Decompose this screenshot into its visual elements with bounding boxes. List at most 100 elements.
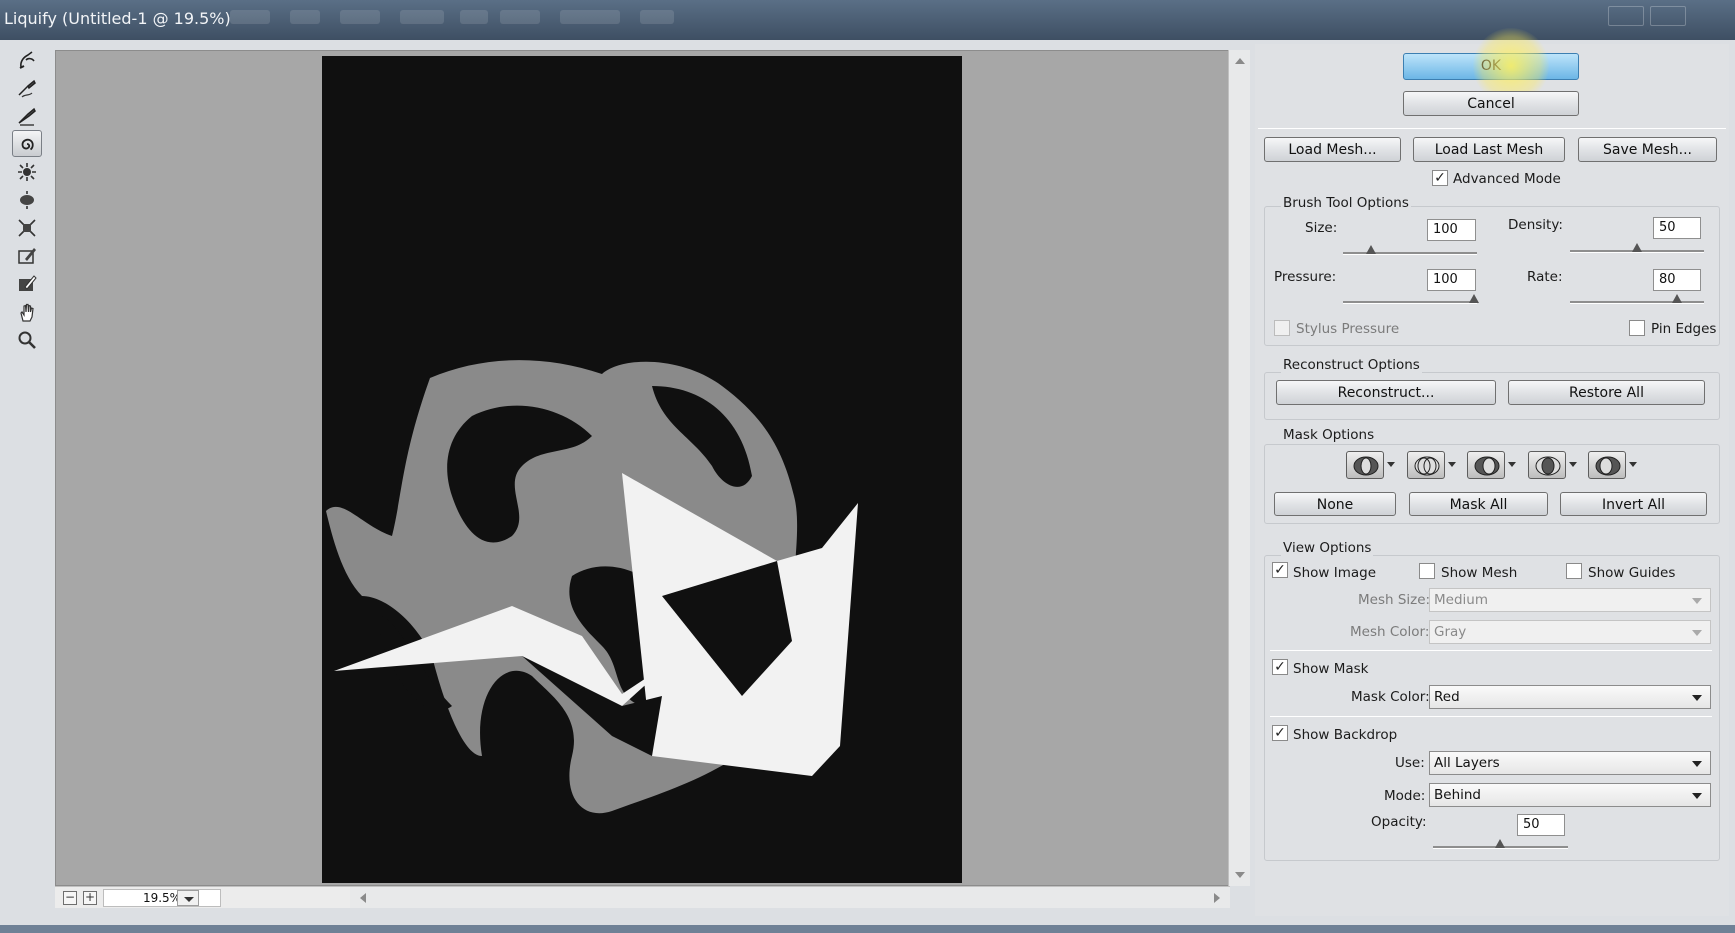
show-mask-checkbox[interactable]: ✓ [1272,659,1288,675]
freeze-mask-tool[interactable] [12,242,42,269]
reconstruct-tool[interactable] [12,74,42,101]
background-menu-blur [290,10,320,24]
load-mesh-button[interactable]: Load Mesh... [1264,137,1401,162]
size-slider-thumb[interactable] [1366,245,1376,254]
show-image-label: Show Image [1293,565,1376,581]
save-mesh-button[interactable]: Save Mesh... [1578,137,1717,162]
smooth-tool[interactable] [12,102,42,129]
backdrop-use-select[interactable]: All Layers [1429,751,1711,775]
density-field[interactable]: 50 [1653,217,1701,239]
zoom-icon [18,331,36,349]
add-to-selection-button[interactable] [1407,451,1457,479]
zoom-out-button[interactable]: − [63,891,77,905]
mask-none-button[interactable]: None [1274,492,1396,516]
maximize-button[interactable] [1650,6,1686,26]
background-menu-blur [460,10,488,24]
stylus-pressure-label: Stylus Pressure [1296,321,1400,337]
background-menu-blur [340,10,380,24]
show-mask-label: Show Mask [1293,661,1369,677]
opacity-field[interactable]: 50 [1517,814,1565,836]
show-image-checkbox[interactable]: ✓ [1272,562,1288,578]
mask-all-button[interactable]: Mask All [1409,492,1548,516]
replace-selection-button[interactable] [1346,451,1396,479]
pressure-slider-track[interactable] [1343,301,1477,304]
hand-tool[interactable] [12,298,42,325]
freeze-mask-icon [18,247,36,264]
mask-color-label: Mask Color: [1351,689,1430,705]
show-mesh-checkbox[interactable] [1419,563,1435,579]
reconstruct-tool-icon [18,79,36,97]
pressure-label: Pressure: [1274,269,1337,285]
liquified-artwork [326,360,858,814]
opacity-slider-thumb[interactable] [1495,839,1505,848]
divider [1270,650,1712,651]
cancel-button[interactable]: Cancel [1403,91,1579,116]
thaw-mask-icon [19,274,37,291]
load-last-mesh-button[interactable]: Load Last Mesh [1413,137,1565,162]
backdrop-mode-select[interactable]: Behind [1429,783,1711,807]
show-guides-label: Show Guides [1588,565,1676,581]
mesh-color-select: Gray [1429,620,1711,644]
use-label: Use: [1395,755,1425,771]
taskbar-strip [0,925,1735,933]
intersect-selection-icon [1535,456,1561,476]
reconstruct-button[interactable]: Reconstruct... [1276,380,1496,405]
advanced-mode-label: Advanced Mode [1453,171,1561,187]
replace-selection-icon [1353,456,1379,476]
zoom-bar: − + 19.5% [55,886,350,908]
twirl-clockwise-tool[interactable] [12,130,42,157]
add-to-selection-icon [1414,456,1440,476]
rate-slider-thumb[interactable] [1672,294,1682,303]
pucker-tool[interactable] [12,158,42,185]
show-guides-checkbox[interactable] [1566,563,1582,579]
reconstruct-options-heading: Reconstruct Options [1281,357,1422,373]
density-slider-thumb[interactable] [1632,243,1642,252]
bloat-tool-icon [20,190,34,209]
minimize-button[interactable] [1608,6,1644,26]
mask-options-heading: Mask Options [1281,427,1377,443]
brush-options-heading: Brush Tool Options [1281,195,1411,211]
forward-warp-icon [19,50,35,69]
mesh-size-select: Medium [1429,588,1711,612]
push-left-icon [18,218,36,237]
pin-edges-checkbox[interactable] [1629,320,1645,336]
rate-slider-track[interactable] [1570,301,1704,304]
scroll-down-arrow-icon[interactable] [1235,872,1245,878]
document-artboard[interactable] [322,56,962,883]
background-menu-blur [640,10,674,24]
zoom-tool[interactable] [12,326,42,353]
scroll-right-arrow-icon[interactable] [1214,893,1220,903]
forward-warp-tool[interactable] [12,46,42,73]
zoom-level-field[interactable]: 19.5% [103,889,221,907]
thaw-mask-tool[interactable] [12,270,42,297]
push-left-tool[interactable] [12,214,42,241]
restore-all-button[interactable]: Restore All [1508,380,1705,405]
mesh-size-label: Mesh Size: [1358,592,1431,608]
liquify-toolbox [12,46,42,366]
advanced-mode-checkbox[interactable]: ✓ [1432,170,1448,186]
pressure-slider-thumb[interactable] [1469,294,1479,303]
invert-selection-button[interactable] [1588,451,1638,479]
scroll-left-arrow-icon[interactable] [360,893,366,903]
window-title: Liquify (Untitled-1 @ 19.5%) [4,9,231,28]
show-backdrop-checkbox[interactable]: ✓ [1272,725,1288,741]
pressure-field[interactable]: 100 [1427,269,1476,291]
horizontal-scrollbar[interactable] [350,886,1230,908]
intersect-selection-button[interactable] [1528,451,1578,479]
zoom-in-button[interactable]: + [83,891,97,905]
hand-icon [20,303,34,322]
scroll-up-arrow-icon[interactable] [1235,58,1245,64]
subtract-from-selection-button[interactable] [1467,451,1517,479]
size-slider-track[interactable] [1343,252,1477,255]
pucker-tool-icon [18,162,36,181]
divider [1270,716,1712,717]
show-mesh-label: Show Mesh [1441,565,1518,581]
mesh-color-label: Mesh Color: [1350,624,1430,640]
size-field[interactable]: 100 [1427,219,1476,241]
mask-color-select[interactable]: Red [1429,685,1711,709]
rate-field[interactable]: 80 [1653,269,1701,291]
invert-all-button[interactable]: Invert All [1560,492,1707,516]
zoom-dropdown-button[interactable] [177,890,199,906]
vertical-scrollbar[interactable] [1228,50,1250,886]
bloat-tool[interactable] [12,186,42,213]
